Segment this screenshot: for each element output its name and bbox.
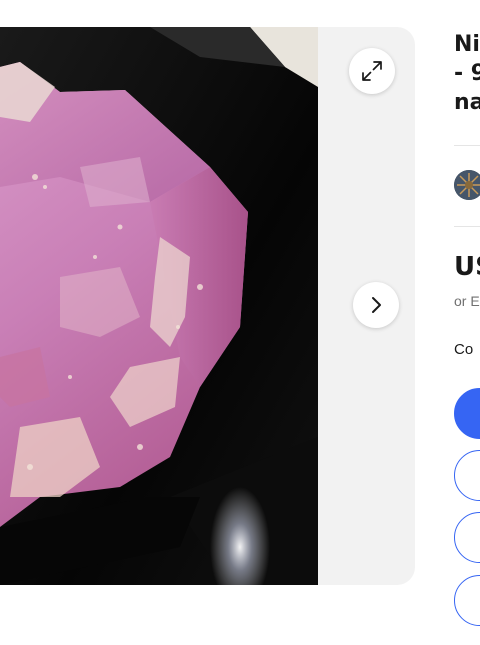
product-photo[interactable] (0, 27, 318, 585)
divider (454, 226, 480, 227)
title-line: Ni (454, 32, 480, 57)
image-viewer (0, 27, 415, 585)
price-alternative: or E (454, 293, 480, 309)
watchlist-button[interactable] (454, 575, 480, 626)
price: US (454, 252, 480, 282)
listing-title: Ni - 9 na (454, 30, 480, 117)
listing-page: Ni - 9 na US or E Co (0, 0, 480, 645)
add-to-cart-button[interactable] (454, 450, 480, 501)
seller-avatar[interactable] (454, 170, 480, 200)
make-offer-button[interactable] (454, 512, 480, 563)
expand-button[interactable] (349, 48, 395, 94)
next-image-button[interactable] (353, 282, 399, 328)
condition-label: Co (454, 341, 474, 358)
listing-details: Ni - 9 na US or E Co (454, 0, 480, 645)
buy-it-now-button[interactable] (454, 388, 480, 439)
divider (454, 145, 480, 146)
title-line: - 9 (454, 61, 480, 86)
expand-arrows-icon (362, 61, 382, 81)
title-line: na (454, 90, 480, 115)
chevron-right-icon (372, 297, 381, 313)
